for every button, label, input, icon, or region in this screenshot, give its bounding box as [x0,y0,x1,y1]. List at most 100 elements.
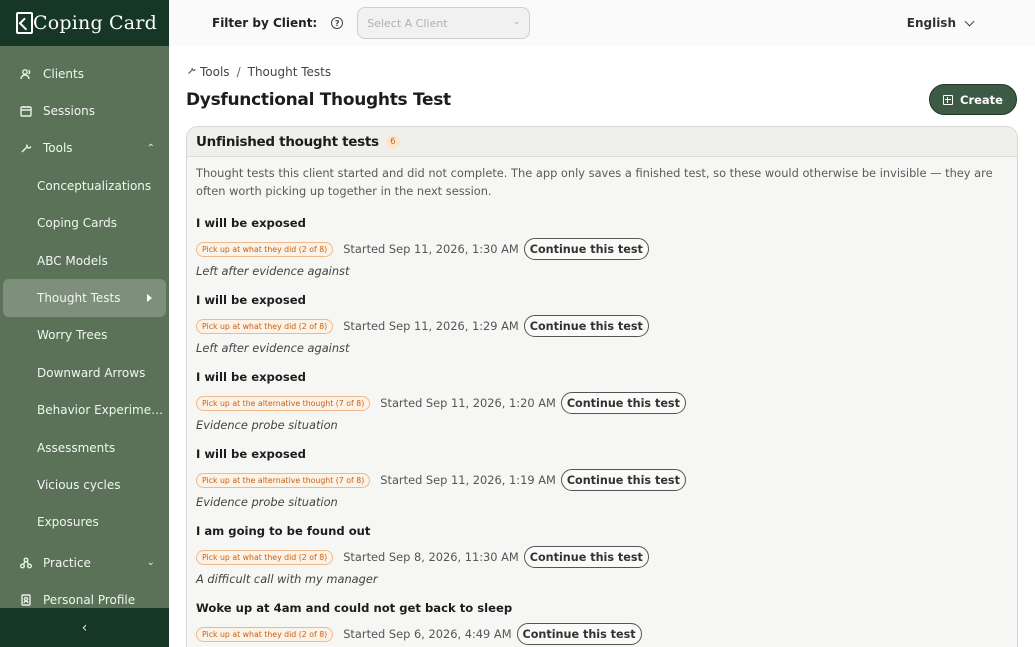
card-description: Thought tests this client started and di… [196,166,993,198]
sidebar-item-label: Vicious cycles [37,477,121,492]
resume-step-badge: Pick up at what they did (2 of 8) [196,318,334,334]
sidebar-item-label: ABC Models [37,253,108,268]
sidebar-item-exposures[interactable]: Exposures [0,504,169,541]
test-title: I will be exposed [196,447,306,461]
count-badge: 6 [385,134,400,149]
top-bar: Filter by Client: ? Select A Client ⌄ En… [169,0,1035,46]
continue-test-button[interactable]: Continue this test [516,623,642,645]
logo-bar: Coping Card [0,0,169,46]
breadcrumb-tools-link[interactable]: Tools [200,65,230,79]
sidebar-item-thought-tests[interactable]: Thought Tests [3,279,166,317]
sidebar-item-label: Conceptualizations [37,178,152,193]
breadcrumb-separator: / [236,65,241,79]
continue-test-button[interactable]: Continue this test [523,238,649,260]
sidebar-item-downward-arrows[interactable]: Downward Arrows [0,354,169,391]
wrench-icon [20,142,32,154]
continue-test-button[interactable]: Continue this test [523,546,649,568]
started-timestamp: Started Sep 11, 2026, 1:19 AM [380,473,556,487]
sidebar-item-coping-cards[interactable]: Coping Cards [0,205,169,242]
chevron-down-icon: ⌄ [512,17,521,27]
sidebar-item-label: Personal Profile [43,593,136,608]
sidebar-item-label: Sessions [43,104,96,119]
sidebar-item-label: Worry Trees [37,328,108,343]
app-logo[interactable]: Coping Card [16,12,157,34]
sidebar-nav: Clients Sessions Tools ⌃ Conceptualizati… [0,55,169,619]
chevron-left-icon: ‹ [81,619,88,636]
practice-icon [20,557,32,569]
client-select[interactable]: Select A Client ⌄ [357,7,531,39]
sidebar-item-clients[interactable]: Clients [0,55,169,92]
list-item: Woke up at 4am and could not get back to… [196,601,1006,645]
breadcrumb-current: Thought Tests [247,65,332,79]
test-note: A difficult call with my manager [196,572,378,586]
calendar-icon [20,105,32,117]
started-timestamp: Started Sep 6, 2026, 4:49 AM [343,627,512,641]
create-button[interactable]: Create [929,84,1017,115]
chevron-down-icon [964,16,975,26]
sidebar-item-worry-trees[interactable]: Worry Trees [0,317,169,354]
started-timestamp: Started Sep 11, 2026, 1:29 AM [343,319,519,333]
test-note: Left after evidence against [196,341,350,355]
resume-step-badge: Pick up at what they did (2 of 8) [196,241,334,257]
test-title: I will be exposed [196,370,306,384]
resume-step-badge: Pick up at what they did (2 of 8) [196,626,334,642]
sidebar-item-conceptualizations[interactable]: Conceptualizations [0,167,169,204]
unfinished-tests-card: Unfinished thought tests 6 Thought tests… [186,126,1018,647]
test-note: Left after evidence against [196,264,350,278]
sidebar-item-label: Exposures [37,515,99,530]
list-item: I will be exposed Pick up at the alterna… [196,447,1006,509]
chevron-up-icon: ⌃ [146,142,155,154]
test-title: Woke up at 4am and could not get back to… [196,601,513,615]
sidebar-item-vicious-cycles[interactable]: Vicious cycles [0,466,169,503]
test-title: I will be exposed [196,216,306,230]
page-title: Dysfunctional Thoughts Test [186,90,451,110]
sidebar-item-label: Thought Tests [37,291,121,306]
create-button-label: Create [960,92,1003,107]
chevron-down-icon: ⌄ [146,557,155,569]
filter-label: Filter by Client: [212,16,318,30]
users-icon [20,68,32,80]
sidebar-item-label: Practice [43,555,91,570]
sidebar-item-label: Tools [43,141,73,156]
sidebar-item-label: Behavior Experime… [37,403,164,418]
sidebar: Coping Card Clients Sessions Tools ⌃ Con… [0,0,169,647]
sidebar-item-abc-models[interactable]: ABC Models [0,242,169,279]
sidebar-item-label: Downward Arrows [37,365,146,380]
sidebar-item-label: Assessments [37,440,116,455]
resume-step-badge: Pick up at the alternative thought (7 of… [196,395,371,411]
card-header: Unfinished thought tests 6 [187,127,1017,157]
breadcrumb: Tools / Thought Tests [187,65,331,79]
list-item: I will be exposed Pick up at what they d… [196,216,1006,278]
test-note: Evidence probe situation [196,495,338,509]
resume-step-badge: Pick up at what they did (2 of 8) [196,549,334,565]
main-content: Tools / Thought Tests Dysfunctional Thou… [169,46,1035,647]
sidebar-item-tools[interactable]: Tools ⌃ [0,130,169,167]
sidebar-item-practice[interactable]: Practice ⌄ [0,544,169,581]
test-title: I will be exposed [196,293,306,307]
language-selector[interactable]: English [907,16,975,30]
started-timestamp: Started Sep 8, 2026, 11:30 AM [343,550,519,564]
test-note: Evidence probe situation [196,418,338,432]
resume-step-badge: Pick up at the alternative thought (7 of… [196,472,371,488]
list-item: I will be exposed Pick up at what they d… [196,293,1006,355]
add-icon [943,94,954,105]
continue-test-button[interactable]: Continue this test [560,392,686,414]
sidebar-item-label: Clients [43,66,84,81]
sidebar-item-sessions[interactable]: Sessions [0,92,169,129]
client-select-placeholder: Select A Client [367,16,448,30]
started-timestamp: Started Sep 11, 2026, 1:30 AM [343,242,519,256]
continue-test-button[interactable]: Continue this test [523,315,649,337]
list-item: I will be exposed Pick up at the alterna… [196,370,1006,432]
sidebar-item-label: Coping Cards [37,216,118,231]
profile-icon [20,594,32,606]
list-item: I am going to be found out Pick up at wh… [196,524,1006,586]
sidebar-item-behavior-experiments[interactable]: Behavior Experime… [0,392,169,429]
test-title: I am going to be found out [196,524,371,538]
help-icon[interactable]: ? [331,17,344,29]
sidebar-item-assessments[interactable]: Assessments [0,429,169,466]
continue-test-button[interactable]: Continue this test [560,469,686,491]
sidebar-collapse-button[interactable]: ‹ [0,608,169,647]
wrench-icon [187,66,196,78]
app-name: Coping Card [33,12,157,34]
caret-right-icon [147,294,152,303]
